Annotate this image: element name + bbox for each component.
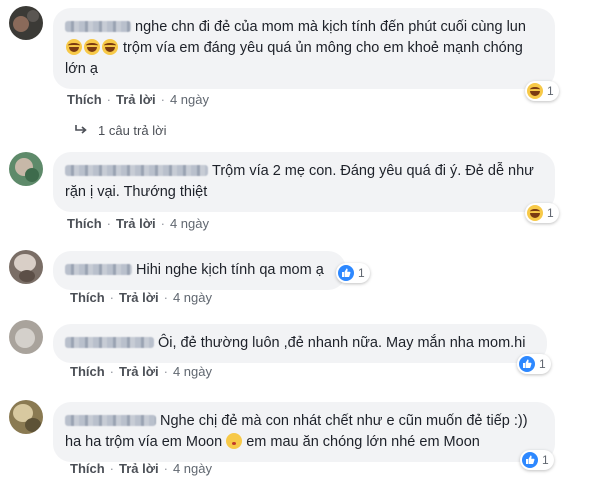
reaction-count: 1 [358,266,365,280]
reply-link[interactable]: Trả lời [119,364,159,379]
comment-bubble: Nghe chị đẻ mà con nhát chết như e cũn m… [53,402,555,462]
laugh-emoji-icon [102,39,118,55]
view-replies-link[interactable]: 1 câu trả lời [74,123,167,138]
comment-actions: Thích · Trả lời · 4 ngày [67,216,209,231]
comment-bubble: Ôi, đẻ thường luôn ,đẻ nhanh nữa. May mắ… [53,324,548,363]
comment-actions: Thích · Trả lời · 4 ngày [70,364,212,379]
replies-count: 1 câu trả lời [98,123,167,138]
laugh-emoji-icon [66,39,82,55]
like-link[interactable]: Thích [70,461,105,476]
comment-bubble: nghe chn đi đẻ của mom mà kịch tính đến … [53,8,555,89]
avatar[interactable] [9,152,43,186]
reply-link[interactable]: Trả lời [119,290,159,305]
kiss-emoji-icon [226,433,243,449]
comment-text-part2: em mau ăn chóng lớn nhé em Moon [246,434,480,450]
separator: · [109,290,115,305]
author-name-blurred[interactable] [65,415,156,426]
like-reaction-icon [338,265,354,281]
comment-bubble: Hihi nghe kịch tính qa mom ạ [53,251,346,290]
comment-actions: Thích · Trả lời · 4 ngày [67,92,209,107]
reaction-count: 1 [542,453,549,467]
comment-text-part1: nghe chn đi đẻ của mom mà kịch tính đến … [135,19,526,35]
reaction-badge[interactable]: 1 [525,81,559,101]
reaction-badge[interactable]: 1 [525,203,559,223]
timestamp[interactable]: 4 ngày [170,92,209,107]
separator: · [163,290,168,305]
comment-bubble: Trộm vía 2 mẹ con. Đáng yêu quá đi ý. Đẻ… [53,152,555,212]
timestamp[interactable]: 4 ngày [173,364,212,379]
timestamp[interactable]: 4 ngày [173,461,212,476]
like-link[interactable]: Thích [70,364,105,379]
separator: · [109,461,115,476]
author-name-blurred[interactable] [65,21,131,32]
reaction-badge[interactable]: 1 [336,263,370,283]
separator: · [106,92,112,107]
timestamp[interactable]: 4 ngày [170,216,209,231]
avatar[interactable] [9,250,43,284]
separator: · [109,364,115,379]
laugh-emoji-icon [84,39,100,55]
reaction-badge[interactable]: 1 [517,354,551,374]
comment-actions: Thích · Trả lời · 4 ngày [70,290,212,305]
avatar[interactable] [9,320,43,354]
separator: · [163,461,168,476]
like-reaction-icon [519,356,535,372]
comment-text-part2: trộm vía em đáng yêu quá ủn mông cho em … [65,40,523,77]
avatar[interactable] [9,6,43,40]
haha-reaction-icon [527,205,543,221]
reaction-count: 1 [547,206,554,220]
comment-text: Hihi nghe kịch tính qa mom ạ [136,262,324,278]
reaction-badge[interactable]: 1 [520,450,554,470]
haha-reaction-icon [527,83,543,99]
like-link[interactable]: Thích [67,92,102,107]
reply-arrow-icon [74,123,88,138]
author-name-blurred[interactable] [65,165,208,176]
separator: · [160,92,165,107]
author-name-blurred[interactable] [65,264,132,275]
reply-link[interactable]: Trả lời [116,92,156,107]
reaction-count: 1 [547,84,554,98]
separator: · [106,216,112,231]
separator: · [163,364,168,379]
like-reaction-icon [522,452,538,468]
reply-link[interactable]: Trả lời [116,216,156,231]
avatar[interactable] [9,400,43,434]
like-link[interactable]: Thích [70,290,105,305]
separator: · [160,216,165,231]
reaction-count: 1 [539,357,546,371]
reply-link[interactable]: Trả lời [119,461,159,476]
like-link[interactable]: Thích [67,216,102,231]
author-name-blurred[interactable] [65,337,154,348]
comment-text: Ôi, đẻ thường luôn ,đẻ nhanh nữa. May mắ… [158,335,526,351]
comment-actions: Thích · Trả lời · 4 ngày [70,461,212,476]
timestamp[interactable]: 4 ngày [173,290,212,305]
